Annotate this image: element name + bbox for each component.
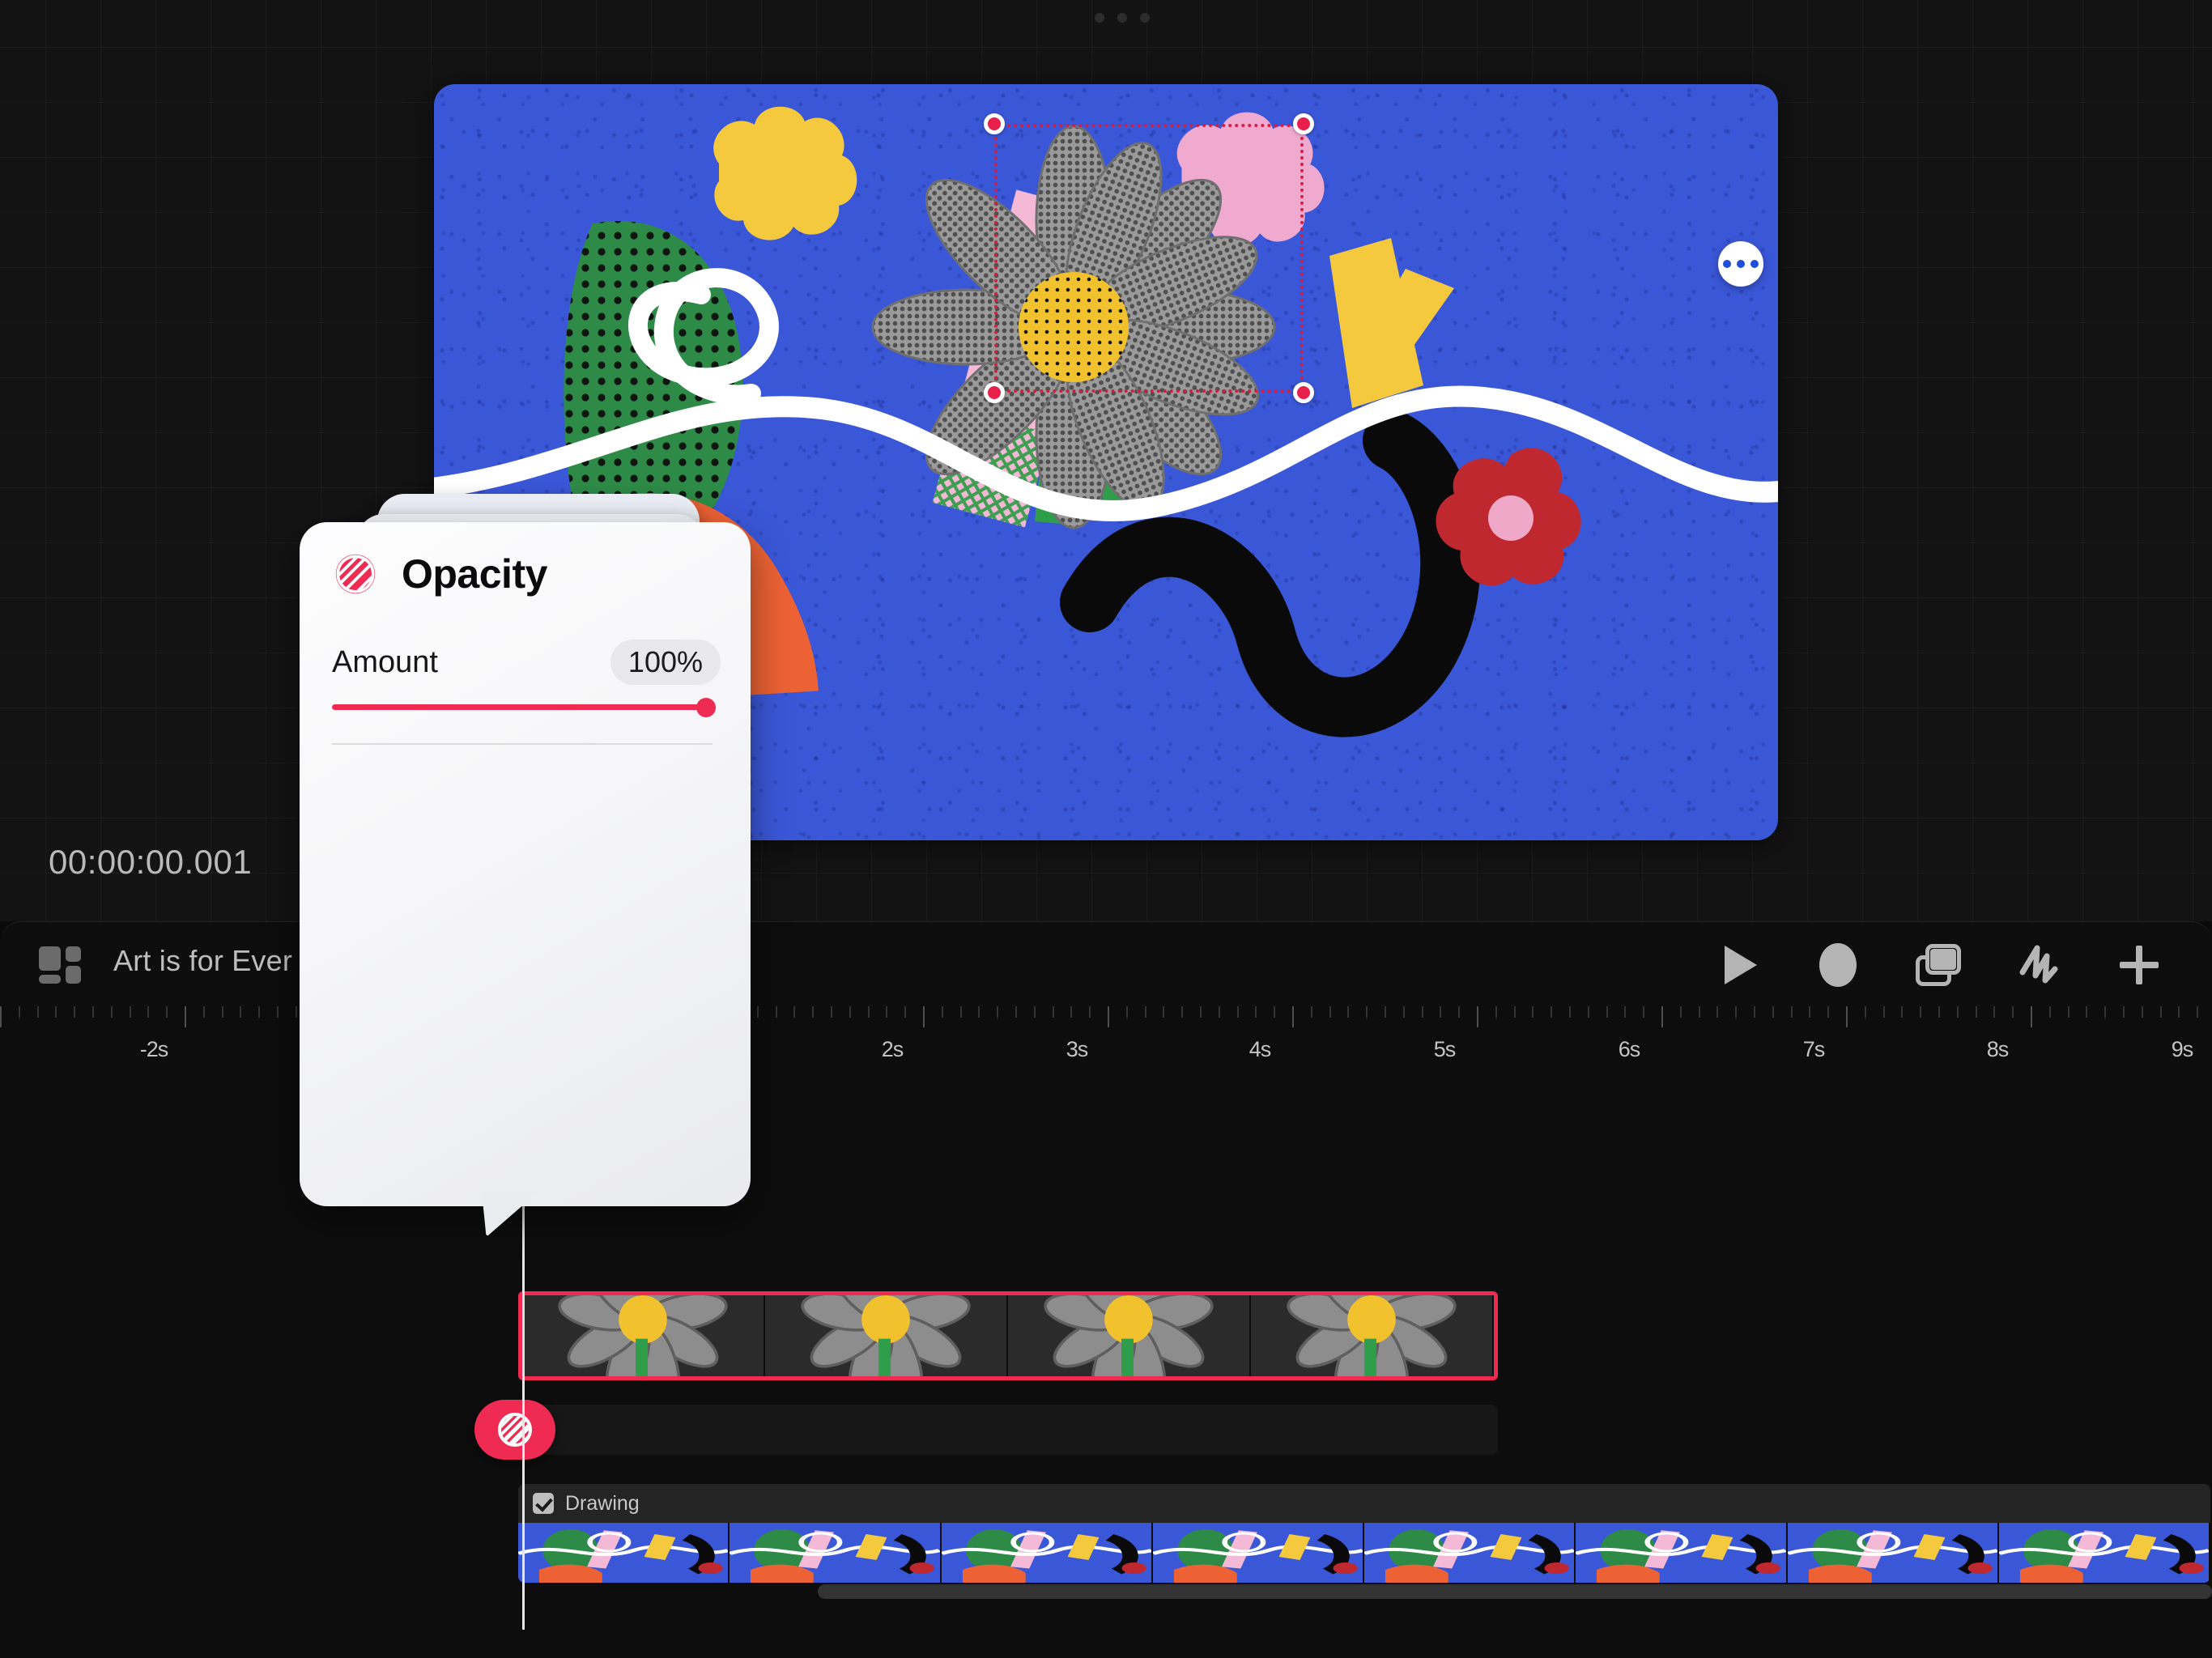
scribble-button[interactable] <box>1989 933 2089 997</box>
more-dot-icon <box>1750 260 1759 268</box>
filmstrip-frame <box>1576 1523 1788 1583</box>
filmstrip-frame <box>518 1523 730 1583</box>
slider-track <box>332 704 713 710</box>
selection-edge-right <box>1300 124 1304 393</box>
scribble-icon <box>2019 945 2058 984</box>
selection-edge-top <box>994 124 1304 127</box>
ruler-label: -2s <box>139 1037 169 1061</box>
filmstrip-frame <box>730 1523 942 1583</box>
popup-divider <box>332 743 713 745</box>
amount-label: Amount <box>332 644 438 679</box>
add-button[interactable] <box>2089 933 2189 997</box>
ruler-label: 3s <box>1066 1037 1089 1061</box>
play-icon <box>1725 946 1757 984</box>
more-options-button[interactable] <box>1718 241 1763 287</box>
layers-icon <box>1916 944 1961 986</box>
audio-track-row[interactable] <box>518 1405 1498 1455</box>
filmstrip-frame <box>1364 1523 1576 1583</box>
record-circle-icon <box>1819 943 1857 987</box>
filmstrip-frame <box>1251 1295 1494 1376</box>
drawing-track[interactable]: Drawing <box>518 1484 2210 1583</box>
ruler-label: 2s <box>881 1037 904 1061</box>
filmstrip-frame <box>1787 1523 1999 1583</box>
resize-handle-top-right[interactable] <box>1293 113 1314 134</box>
drag-dot <box>1095 13 1104 23</box>
yellow-bars <box>1329 238 1454 408</box>
opacity-icon <box>498 1413 532 1447</box>
more-dot-icon <box>1737 260 1745 268</box>
filmstrip-frame <box>1008 1295 1251 1376</box>
filmstrip-frame <box>941 1523 1153 1583</box>
popup-tail <box>482 1198 538 1244</box>
resize-handle-bottom-right[interactable] <box>1293 382 1314 403</box>
play-button[interactable] <box>1687 933 1788 997</box>
timeline-toolbar <box>1687 933 2189 997</box>
selection-box[interactable] <box>984 113 1314 403</box>
filmstrip-frame <box>1152 1523 1364 1583</box>
ruler-label: 4s <box>1249 1037 1272 1061</box>
opacity-slider[interactable] <box>332 698 716 717</box>
filmstrip-frame <box>765 1295 1008 1376</box>
horizontal-scrollbar[interactable] <box>818 1584 2212 1599</box>
grid-layout-icon[interactable] <box>39 946 81 984</box>
ruler-label: 8s <box>1986 1037 2010 1061</box>
ruler-label: 7s <box>1802 1037 1826 1061</box>
drawing-track-label: Drawing <box>565 1491 640 1515</box>
filmstrip-frame <box>1998 1523 2210 1583</box>
drawing-filmstrip <box>518 1523 2210 1583</box>
more-dot-icon <box>1723 260 1731 268</box>
slider-knob[interactable] <box>696 698 716 717</box>
drawing-track-header[interactable]: Drawing <box>518 1484 2210 1523</box>
drag-dot <box>1140 13 1150 23</box>
resize-handle-bottom-left[interactable] <box>984 382 1005 403</box>
timecode-display: 00:00:00.001 <box>49 843 253 881</box>
drawing-visibility-checkbox[interactable] <box>533 1493 554 1514</box>
selection-edge-left <box>994 124 998 393</box>
amount-value[interactable]: 100% <box>610 640 721 685</box>
amount-row: Amount 100% <box>332 640 721 685</box>
opacity-icon <box>335 554 376 594</box>
video-clip-daisy[interactable] <box>518 1291 1498 1380</box>
plus-icon <box>2120 946 2159 984</box>
yellow-blob-flower <box>713 106 857 240</box>
ruler-label: 6s <box>1618 1037 1641 1061</box>
project-title[interactable]: Art is for Ever <box>113 944 292 978</box>
popup-header: Opacity <box>332 551 547 597</box>
window-drag-handle[interactable] <box>1095 13 1150 23</box>
ruler-label: 9s <box>2171 1037 2194 1061</box>
record-button[interactable] <box>1788 933 1888 997</box>
filmstrip-frame <box>522 1295 765 1376</box>
app-root: 00:00:00.001 Art is for Ever -2s 2s 3s 4… <box>0 0 2212 1658</box>
popup-title: Opacity <box>402 551 547 597</box>
opacity-keyframe-badge[interactable] <box>474 1400 555 1460</box>
clip-filmstrip <box>522 1295 1494 1376</box>
selection-edge-bottom <box>994 389 1304 393</box>
drag-dot <box>1117 13 1127 23</box>
resize-handle-top-left[interactable] <box>984 113 1005 134</box>
popup-card-front <box>300 522 751 1206</box>
layers-button[interactable] <box>1888 933 1989 997</box>
ruler-label: 5s <box>1433 1037 1457 1061</box>
